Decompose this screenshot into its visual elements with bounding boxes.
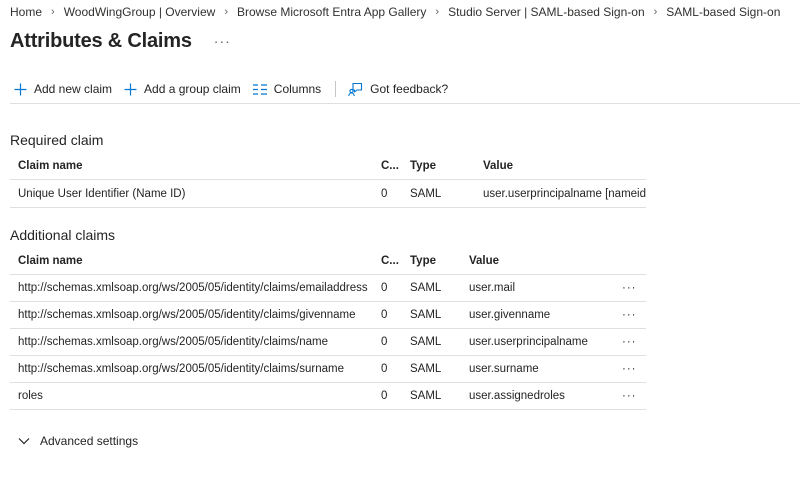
column-header-c[interactable]: C... [373,153,402,180]
columns-label: Columns [273,82,322,96]
breadcrumb: Home › WoodWingGroup | Overview › Browse… [10,4,780,20]
claim-name-cell: http://schemas.xmlsoap.org/ws/2005/05/id… [10,301,373,329]
claim-c-cell: 0 [373,179,402,208]
breadcrumb-saml-sign-on[interactable]: SAML-based Sign-on [666,5,780,19]
breadcrumb-browse-gallery[interactable]: Browse Microsoft Entra App Gallery [237,5,426,19]
claim-name-cell: http://schemas.xmlsoap.org/ws/2005/05/id… [10,355,373,383]
claim-value-cell: user.mail [461,274,614,302]
breadcrumb-home[interactable]: Home [10,5,42,19]
add-new-claim-label: Add new claim [34,82,113,96]
column-header-value[interactable]: Value [475,153,646,180]
claim-value-cell: user.surname [461,355,614,383]
claim-type-cell: SAML [402,179,475,208]
claim-c-cell: 0 [373,274,402,302]
chevron-down-icon [18,438,30,445]
claim-value-cell: user.givenname [461,301,614,329]
toolbar-divider-line [10,103,800,104]
column-header-claim-name[interactable]: Claim name [10,248,373,275]
columns-button[interactable]: Columns [247,78,327,100]
row-more-options-icon[interactable]: ··· [614,355,646,383]
claim-type-cell: SAML [402,301,461,329]
table-row[interactable]: http://schemas.xmlsoap.org/ws/2005/05/id… [10,301,646,329]
advanced-settings-toggle[interactable]: Advanced settings [18,433,138,449]
add-group-claim-label: Add a group claim [144,82,241,96]
claim-name-cell: roles [10,382,373,410]
column-header-c[interactable]: C... [373,248,402,275]
add-new-claim-button[interactable]: Add new claim [10,78,118,100]
plus-icon [124,83,137,95]
column-header-actions [614,248,646,275]
table-row[interactable]: http://schemas.xmlsoap.org/ws/2005/05/id… [10,355,646,383]
breadcrumb-separator-icon: › [51,6,55,18]
column-header-type[interactable]: Type [402,248,461,275]
additional-claims-title: Additional claims [10,227,116,243]
claim-name-cell: Unique User Identifier (Name ID) [10,179,373,208]
add-group-claim-button[interactable]: Add a group claim [118,78,247,100]
required-claim-title: Required claim [10,132,104,148]
table-row[interactable]: Unique User Identifier (Name ID) 0 SAML … [10,179,646,208]
claim-c-cell: 0 [373,301,402,329]
command-bar: Add new claim Add a group claim Columns … [10,78,800,100]
claim-c-cell: 0 [373,382,402,410]
column-header-type[interactable]: Type [402,153,475,180]
claim-name-cell: http://schemas.xmlsoap.org/ws/2005/05/id… [10,328,373,356]
got-feedback-button[interactable]: Got feedback? [342,78,454,100]
row-more-options-icon[interactable]: ··· [614,382,646,410]
claim-value-cell: user.userprincipalname [461,328,614,356]
table-row[interactable]: roles 0 SAML user.assignedroles ··· [10,382,646,410]
breadcrumb-studio-server-saml[interactable]: Studio Server | SAML-based Sign-on [448,5,645,19]
row-more-options-icon[interactable]: ··· [614,301,646,329]
table-header-row: Claim name C... Type Value [10,153,646,180]
table-row[interactable]: http://schemas.xmlsoap.org/ws/2005/05/id… [10,328,646,356]
claim-c-cell: 0 [373,355,402,383]
table-header-row: Claim name C... Type Value [10,248,646,275]
claim-type-cell: SAML [402,274,461,302]
claim-value-cell: user.assignedroles [461,382,614,410]
page-title: Attributes & Claims [10,29,192,52]
plus-icon [14,83,27,95]
breadcrumb-separator-icon: › [653,6,658,18]
page-more-options-icon[interactable]: ··· [214,33,231,49]
claim-value-cell: user.userprincipalname [nameid-format:em… [475,179,646,208]
title-row: Attributes & Claims ··· [10,28,231,54]
column-header-value[interactable]: Value [461,248,614,275]
advanced-settings-label: Advanced settings [40,434,139,448]
claim-name-cell: http://schemas.xmlsoap.org/ws/2005/05/id… [10,274,373,302]
breadcrumb-separator-icon: › [435,6,440,18]
row-more-options-icon[interactable]: ··· [614,274,646,302]
claim-type-cell: SAML [402,355,461,383]
got-feedback-label: Got feedback? [370,82,449,96]
row-more-options-icon[interactable]: ··· [614,328,646,356]
breadcrumb-woodwinggroup-overview[interactable]: WoodWingGroup | Overview [64,5,216,19]
claim-c-cell: 0 [373,328,402,356]
claim-type-cell: SAML [402,382,461,410]
columns-icon [252,83,267,95]
table-row[interactable]: http://schemas.xmlsoap.org/ws/2005/05/id… [10,274,646,302]
toolbar-divider [335,81,337,97]
claim-type-cell: SAML [402,328,461,356]
column-header-claim-name[interactable]: Claim name [10,153,373,180]
feedback-icon [348,82,363,96]
additional-claims-table: Claim name C... Type Value http://schema… [10,248,646,410]
required-claim-table: Claim name C... Type Value Unique User I… [10,153,646,208]
breadcrumb-separator-icon: › [224,6,228,18]
